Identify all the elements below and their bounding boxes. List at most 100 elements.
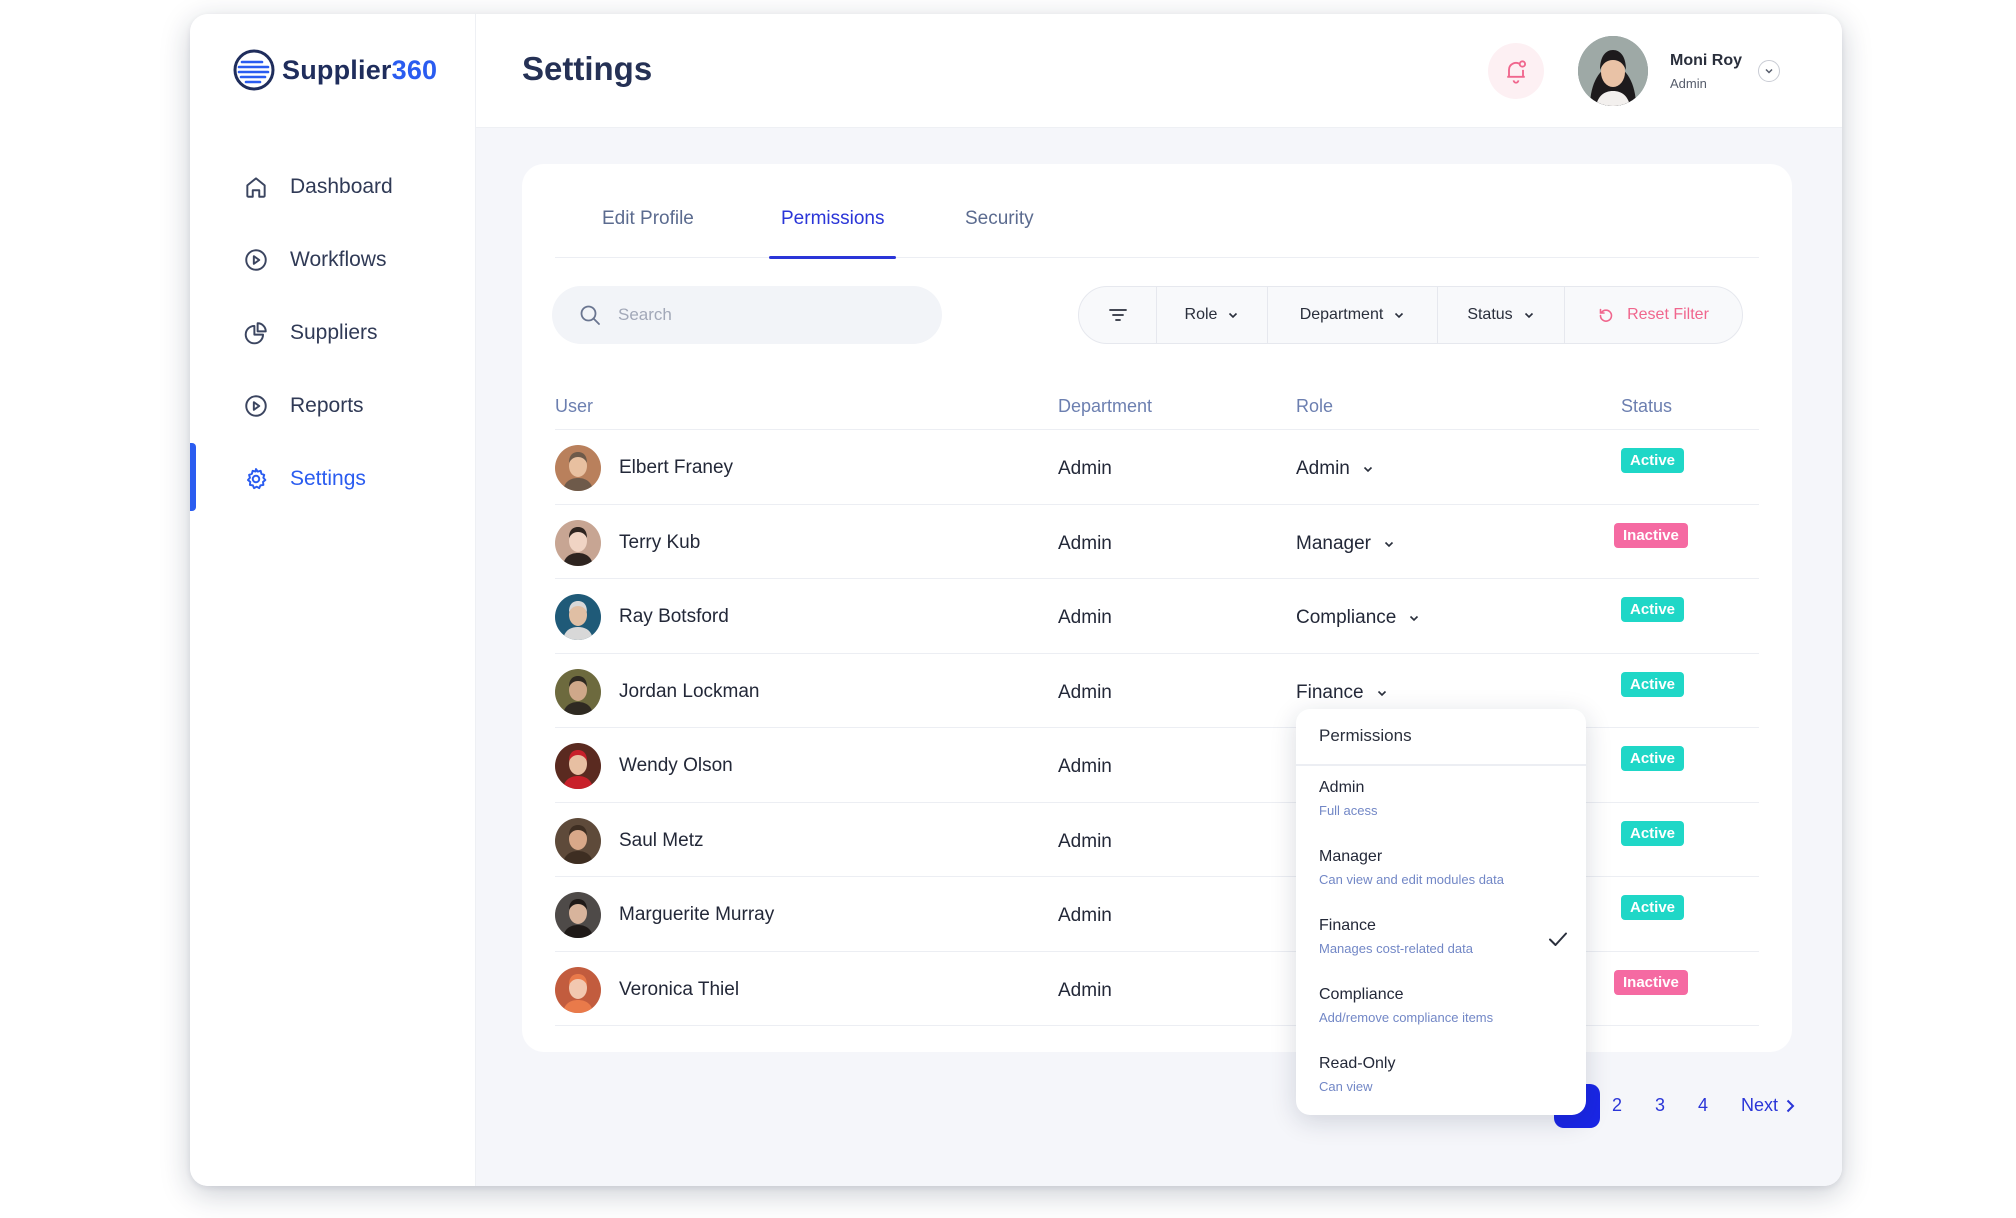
filter-toggle-button[interactable] [1079,287,1157,343]
chevron-right-icon [1786,1099,1795,1112]
role-value: Admin [1296,458,1350,479]
sidebar-item-label: Reports [290,393,364,417]
department-cell: Admin [1058,905,1112,926]
status-filter-dropdown[interactable]: Status [1438,287,1565,343]
chevron-down-icon [1765,68,1773,74]
status-badge: Active [1621,820,1685,846]
home-icon [242,173,270,201]
user-name: Marguerite Murray [619,904,775,925]
role-value: Manager [1296,532,1371,554]
play-circle-icon [242,246,270,274]
option-name: Admin [1319,779,1365,796]
reset-icon [1599,308,1613,322]
permissions-dropdown: Permissions Admin Full acess Manager Can… [1296,709,1586,1115]
role-filter-label: Role [1184,306,1218,323]
user-avatar [555,668,601,715]
chevron-down-icon [1363,466,1372,473]
notification-button[interactable] [1488,43,1544,99]
search-icon [580,305,600,325]
sidebar-item-suppliers[interactable]: Suppliers [190,296,475,369]
permission-option-admin[interactable]: Admin Full acess [1319,779,1570,829]
bell-icon [1507,60,1527,84]
logo-word: Supplier [282,54,392,85]
status-badge: Active [1621,448,1685,473]
user-name: Veronica Thiel [619,978,740,1000]
department-cell: Admin [1058,532,1112,554]
chevron-down-icon [1377,690,1386,696]
sidebar-item-label: Suppliers [290,320,378,344]
option-description: Can view and edit modules data [1319,872,1505,887]
column-header-department[interactable]: Department [1058,396,1152,417]
user-name: Ray Botsford [619,606,729,627]
pie-chart-icon [242,319,270,347]
column-header-role[interactable]: Role [1296,396,1333,417]
page-title: Settings [522,50,653,87]
role-dropdown[interactable]: Finance [1296,682,1388,704]
page-button-3[interactable]: 3 [1655,1095,1665,1116]
sidebar: Supplier360 Dashboard Workflows Supplier… [190,14,476,1186]
role-filter-dropdown[interactable]: Role [1157,287,1268,343]
permission-option-compliance[interactable]: Compliance Add/remove compliance items [1319,986,1570,1036]
department-cell: Admin [1058,830,1112,852]
column-header-status[interactable]: Status [1621,396,1672,417]
user-avatar [555,445,601,491]
permission-option-read-only[interactable]: Read-Only Can view [1319,1055,1570,1105]
divider [1296,764,1586,766]
user-name: Terry Kub [619,531,701,553]
table-row[interactable]: Terry Kub Admin Manager Inactive [555,505,1759,579]
logo-number: 360 [391,54,438,85]
column-header-user[interactable]: User [555,396,593,417]
next-page-button[interactable]: Next [1741,1095,1796,1116]
option-name: Finance [1319,917,1376,934]
department-cell: Admin [1058,756,1112,777]
option-description: Full acess [1319,803,1378,818]
search-input[interactable]: Search [552,286,942,344]
option-description: Add/remove compliance items [1319,1010,1494,1025]
tab-edit-profile[interactable]: Edit Profile [602,204,694,258]
permission-option-manager[interactable]: Manager Can view and edit modules data [1319,848,1570,898]
status-badge: Inactive [1614,969,1688,995]
checkmark-icon [1549,932,1567,946]
reset-filter-button[interactable]: Reset Filter [1565,287,1741,343]
tab-permissions[interactable]: Permissions [768,204,898,259]
user-name: Saul Metz [619,829,704,851]
sidebar-item-label: Dashboard [290,174,393,198]
next-label: Next [1741,1095,1779,1115]
tab-security[interactable]: Security [965,204,1034,258]
user-menu-toggle[interactable] [1758,60,1780,82]
department-filter-dropdown[interactable]: Department [1268,287,1438,343]
sidebar-item-reports[interactable]: Reports [190,369,475,442]
sidebar-item-dashboard[interactable]: Dashboard [190,150,475,223]
chevron-down-icon [1384,541,1394,547]
status-badge: Active [1621,746,1685,771]
sidebar-item-label: Settings [290,466,366,490]
table-header: User Department Role Status [555,384,1759,430]
user-role: Admin [1670,76,1707,91]
option-name: Compliance [1319,986,1404,1003]
option-description: Can view [1319,1079,1373,1094]
sidebar-item-workflows[interactable]: Workflows [190,223,475,296]
page-button-2[interactable]: 2 [1612,1095,1622,1116]
chevron-down-icon [1395,312,1404,319]
logo[interactable]: Supplier360 [232,48,437,92]
main-content: Edit Profile Permissions Security Search… [476,128,1842,1186]
role-dropdown[interactable]: Manager [1296,533,1395,555]
table-row[interactable]: Elbert Franey Admin Admin Active [555,430,1759,505]
sidebar-item-label: Workflows [290,247,387,271]
page-button-4[interactable]: 4 [1698,1095,1708,1116]
table-row[interactable]: Ray Botsford Admin Compliance Active [555,579,1759,654]
status-badge: Active [1621,597,1685,622]
department-cell: Admin [1058,979,1112,1001]
role-dropdown[interactable]: Admin [1296,458,1374,480]
role-dropdown[interactable]: Compliance [1296,607,1420,629]
logo-text: Supplier360 [282,55,437,86]
user-avatar [555,743,601,789]
sidebar-item-settings[interactable]: Settings [190,442,475,515]
gear-icon [242,465,270,493]
avatar[interactable] [1578,36,1648,106]
search-placeholder: Search [618,305,672,324]
chevron-down-icon [1410,615,1419,622]
permission-option-finance[interactable]: Finance Manages cost-related data [1319,917,1570,967]
chevron-down-icon [1229,312,1238,319]
tab-bar: Edit Profile Permissions Security [555,204,1759,259]
